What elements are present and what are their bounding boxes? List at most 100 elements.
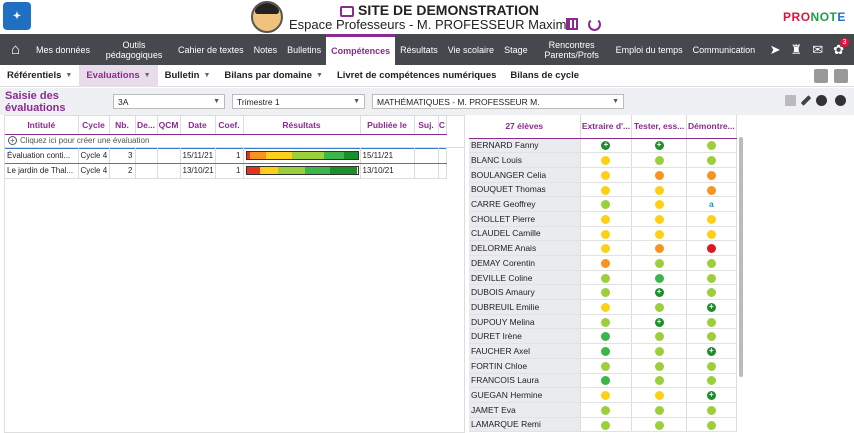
student-name[interactable]: BERNARD Fanny: [469, 138, 581, 154]
competence-cell[interactable]: [686, 270, 738, 286]
competence-cell[interactable]: +: [686, 299, 738, 315]
competence-cell[interactable]: [580, 284, 633, 301]
menu-item-0[interactable]: Mes données: [31, 34, 95, 65]
competence-cell[interactable]: [631, 417, 687, 433]
submenu-item-0[interactable]: Référentiels ▼: [0, 65, 79, 87]
student-row[interactable]: FORTIN Chloe: [469, 358, 738, 374]
competence-cell[interactable]: +: [686, 343, 738, 359]
document-icon[interactable]: [785, 95, 796, 106]
competence-cell[interactable]: [631, 373, 687, 389]
student-name[interactable]: DUPOUY Melina: [469, 314, 581, 330]
student-row[interactable]: BLANC Louis: [469, 152, 738, 168]
column-header-10[interactable]: C: [438, 116, 447, 135]
competence-cell[interactable]: [686, 211, 738, 227]
competence-cell[interactable]: [580, 417, 633, 433]
competence-cell[interactable]: [631, 182, 687, 198]
save-icon[interactable]: [814, 69, 828, 83]
column-header-7[interactable]: Résultats: [243, 116, 361, 135]
menu-item-1[interactable]: Outils pédagogiques: [95, 34, 173, 65]
competence-cell[interactable]: [686, 226, 738, 242]
submenu-item-5[interactable]: Bilans de cycle: [503, 65, 586, 87]
student-name[interactable]: DUBOIS Amaury: [469, 284, 581, 301]
student-row[interactable]: DEVILLE Coline: [469, 270, 738, 286]
competence-cell[interactable]: [686, 417, 738, 433]
competence-cell[interactable]: [686, 284, 738, 301]
competence-cell[interactable]: [631, 255, 687, 271]
student-row[interactable]: FAUCHER Axel +: [469, 343, 738, 359]
subject-select[interactable]: MATHÉMATIQUES - M. PROFESSEUR M. ▼: [372, 94, 624, 109]
competence-cell[interactable]: [686, 314, 738, 330]
competence-cell[interactable]: [580, 270, 633, 286]
competence-cell[interactable]: +: [631, 314, 687, 330]
student-row[interactable]: BOUQUET Thomas: [469, 182, 738, 198]
avatar[interactable]: [251, 1, 283, 33]
competence-cell[interactable]: [686, 167, 738, 183]
menu-item-11[interactable]: Communication: [688, 34, 761, 65]
competence-cell[interactable]: +: [631, 138, 687, 154]
competence-cell[interactable]: [580, 240, 633, 256]
competence-cell[interactable]: [580, 387, 633, 403]
column-header-4[interactable]: QCM: [157, 116, 181, 135]
competence-cell[interactable]: [580, 328, 633, 345]
student-name[interactable]: BOUQUET Thomas: [469, 182, 581, 198]
competence-cell[interactable]: [631, 152, 687, 168]
competence-cell[interactable]: [631, 328, 687, 345]
competence-cell[interactable]: [580, 152, 633, 168]
column-header-3[interactable]: De...: [135, 116, 158, 135]
column-header-5[interactable]: Date: [180, 116, 216, 135]
notifications-icon[interactable]: ✿ 3: [833, 37, 849, 58]
competence-cell[interactable]: [631, 226, 687, 242]
competence-cell[interactable]: [686, 182, 738, 198]
competence-cell[interactable]: [580, 211, 633, 227]
student-row[interactable]: DELORME Anais: [469, 240, 738, 256]
competence-cell[interactable]: [580, 255, 633, 271]
competence-cell[interactable]: [686, 358, 738, 374]
competence-cell[interactable]: +: [686, 387, 738, 403]
competence-cell[interactable]: [580, 196, 633, 212]
student-name[interactable]: DEMAY Corentin: [469, 255, 581, 271]
student-name[interactable]: FORTIN Chloe: [469, 358, 581, 374]
evaluation-row[interactable]: Évaluation conti... Cycle 4 3 15/11/21 1 15/1…: [5, 147, 447, 164]
student-name[interactable]: CHOLLET Pierre: [469, 211, 581, 227]
student-row[interactable]: DUBOIS Amaury +: [469, 284, 738, 301]
submenu-item-2[interactable]: Bulletin ▼: [158, 65, 218, 87]
competence-cell[interactable]: a: [686, 196, 738, 212]
logout-icon[interactable]: [588, 18, 601, 31]
competence-cell[interactable]: [580, 314, 633, 330]
competence-cell[interactable]: [686, 138, 738, 154]
student-row[interactable]: LAMARQUE Remi: [469, 417, 738, 433]
competence-cell[interactable]: [580, 402, 633, 418]
menu-item-7[interactable]: Vie scolaire: [443, 34, 499, 65]
competence-cell[interactable]: [580, 299, 633, 315]
competence-cell[interactable]: [686, 240, 738, 256]
print-pdf-icon[interactable]: [834, 69, 848, 83]
student-row[interactable]: BOULANGER Celia: [469, 167, 738, 183]
student-name[interactable]: JAMET Eva: [469, 402, 581, 418]
evaluation-row[interactable]: Le jardin de Thal... Cycle 4 2 13/10/21 1 13/…: [5, 163, 447, 179]
alarm-icon[interactable]: ♜: [791, 42, 803, 58]
submenu-item-4[interactable]: Livret de compétences numériques: [330, 65, 503, 87]
student-row[interactable]: BERNARD Fanny + +: [469, 138, 738, 154]
student-row[interactable]: DEMAY Corentin: [469, 255, 738, 271]
student-name[interactable]: FRANCOIS Laura: [469, 373, 581, 389]
student-row[interactable]: CHOLLET Pierre: [469, 211, 738, 227]
student-name[interactable]: DEVILLE Coline: [469, 270, 581, 286]
competence-cell[interactable]: [631, 402, 687, 418]
send-icon[interactable]: ➤: [770, 42, 781, 58]
pen-icon[interactable]: [800, 95, 812, 106]
messages-icon[interactable]: ✉: [812, 42, 823, 58]
column-header-0[interactable]: Intitulé: [5, 116, 79, 135]
menu-item-3[interactable]: Notes: [249, 34, 283, 65]
student-row[interactable]: FRANCOIS Laura: [469, 373, 738, 389]
column-header-6[interactable]: Coef.: [215, 116, 244, 135]
student-name[interactable]: FAUCHER Axel: [469, 343, 581, 359]
competence-cell[interactable]: [686, 328, 738, 345]
info-icon[interactable]: [816, 95, 827, 106]
class-select[interactable]: 3A ▼: [113, 94, 225, 109]
competence-cell[interactable]: [631, 358, 687, 374]
menu-item-6[interactable]: Résultats: [395, 34, 443, 65]
school-logo-icon[interactable]: ✦: [3, 2, 31, 30]
student-row[interactable]: CARRE Geoffrey a: [469, 196, 738, 212]
competence-cell[interactable]: +: [631, 284, 687, 301]
student-name[interactable]: GUEGAN Hermine: [469, 387, 581, 403]
